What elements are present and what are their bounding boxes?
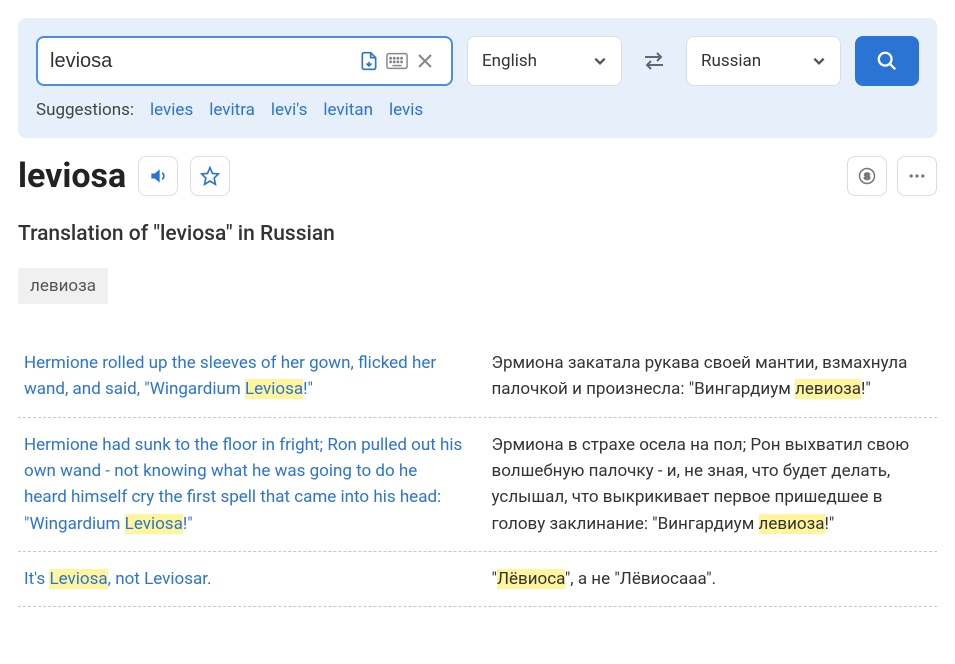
more-button[interactable] xyxy=(897,156,937,196)
headline-right: S xyxy=(847,156,937,196)
search-panel: English Russian Suggestions: levies levi… xyxy=(18,18,937,138)
examples-list: Hermione rolled up the sleeves of her go… xyxy=(18,344,937,607)
highlight: левиоза xyxy=(795,379,861,399)
headline-left: leviosa xyxy=(18,156,230,196)
chevron-down-icon xyxy=(812,54,826,68)
synonyms-button[interactable]: S xyxy=(847,156,887,196)
speaker-icon xyxy=(148,166,168,186)
section-title: Translation of "leviosa" in Russian xyxy=(18,222,937,246)
highlight: Лёвиоса xyxy=(497,569,565,589)
document-translate-icon[interactable] xyxy=(355,47,383,75)
example-row: Hermione had sunk to the floor in fright… xyxy=(18,418,937,552)
search-input[interactable] xyxy=(50,50,355,73)
highlight: левиоза xyxy=(759,514,825,534)
search-row: English Russian xyxy=(36,36,919,86)
source-language-label: English xyxy=(482,51,537,71)
highlight: Leviosa xyxy=(49,569,107,589)
swap-languages-button[interactable] xyxy=(636,43,672,79)
content: leviosa S Translation of "leviosa" in Ru… xyxy=(0,156,955,625)
example-target: Эрмиона закатала рукава своей мантии, вз… xyxy=(492,350,932,403)
highlight: Leviosa xyxy=(245,379,303,399)
source-language-dropdown[interactable]: English xyxy=(467,36,622,86)
favorite-button[interactable] xyxy=(190,156,230,196)
example-row: It's Leviosa, not Leviosar. "Лёвиоса", а… xyxy=(18,552,937,607)
example-source[interactable]: It's Leviosa, not Leviosar. xyxy=(24,566,464,592)
headword: leviosa xyxy=(18,156,126,196)
suggestions-row: Suggestions: levies levitra levi's levit… xyxy=(36,100,919,120)
suggestions-label: Suggestions: xyxy=(36,100,134,120)
suggestion-link[interactable]: levi's xyxy=(271,100,308,120)
star-icon xyxy=(200,166,220,186)
target-language-label: Russian xyxy=(701,51,761,71)
example-source[interactable]: Hermione rolled up the sleeves of her go… xyxy=(24,350,464,403)
example-row: Hermione rolled up the sleeves of her go… xyxy=(18,344,937,418)
suggestion-link[interactable]: levitan xyxy=(323,100,373,120)
search-button[interactable] xyxy=(855,36,919,86)
suggestion-link[interactable]: levis xyxy=(389,100,423,120)
translation-chip[interactable]: левиоза xyxy=(18,268,108,304)
svg-text:S: S xyxy=(864,171,870,181)
pronounce-button[interactable] xyxy=(138,156,178,196)
headline-row: leviosa S xyxy=(18,156,937,196)
clear-icon[interactable] xyxy=(411,47,439,75)
suggestion-link[interactable]: levitra xyxy=(209,100,255,120)
highlight: Leviosa xyxy=(125,514,183,534)
example-target: Эрмиона в страхе осела на пол; Рон выхва… xyxy=(492,432,932,537)
example-target: "Лёвиоса", а не "Лёвиосааа". xyxy=(492,566,932,592)
search-box[interactable] xyxy=(36,36,453,86)
more-horizontal-icon xyxy=(907,166,927,186)
keyboard-icon[interactable] xyxy=(383,47,411,75)
suggestion-link[interactable]: levies xyxy=(150,100,193,120)
chevron-down-icon xyxy=(593,54,607,68)
search-icon xyxy=(876,50,898,72)
s-circle-icon: S xyxy=(857,166,877,186)
example-source[interactable]: Hermione had sunk to the floor in fright… xyxy=(24,432,464,537)
target-language-dropdown[interactable]: Russian xyxy=(686,36,841,86)
